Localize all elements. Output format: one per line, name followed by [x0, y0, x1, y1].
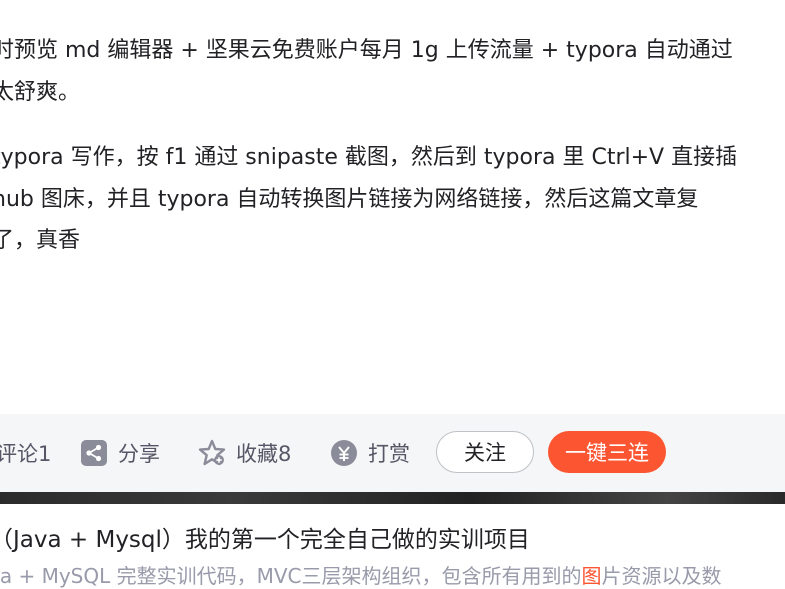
reward-coin-icon	[330, 439, 358, 467]
collect-button[interactable]: 收藏8	[198, 414, 291, 492]
reward-label: 打赏	[368, 442, 410, 466]
comment-button[interactable]: 评论1	[0, 414, 51, 492]
recommend-desc-text: va + MySQL 完整实训代码，MVC三层架构组织，包含所有用到的	[0, 564, 582, 588]
share-icon	[80, 439, 108, 467]
share-label: 分享	[118, 442, 160, 466]
article-action-toolbar: 评论1 分享 收藏8 打赏	[0, 414, 785, 492]
article-paragraph-line: typora 写作，按 f1 通过 snipaste 截图，然后到 typora…	[0, 145, 738, 170]
collect-star-icon	[198, 439, 226, 467]
recommend-cover-image	[0, 492, 785, 504]
recommend-desc-text-tail: 片资源以及数	[601, 564, 722, 588]
article-paragraph-line: 了，真香	[0, 228, 81, 253]
one-click-triple-button[interactable]: 一键三连	[548, 431, 666, 473]
recommend-article-title[interactable]: （Java + Mysql）我的第一个完全自己做的实训项目	[0, 520, 530, 554]
reward-button[interactable]: 打赏	[330, 414, 410, 492]
collect-label: 收藏8	[236, 442, 292, 466]
article-paragraph-line: hub 图床，并且 typora 自动转换图片链接为网络链接，然后这篇文章复	[0, 187, 699, 212]
article-paragraph-line: 时预览 md 编辑器 + 坚果云免费账户每月 1g 上传流量 + typora …	[0, 38, 733, 63]
article-paragraph-line: 太舒爽。	[0, 80, 81, 105]
comment-label: 评论1	[0, 442, 52, 466]
follow-button[interactable]: 关注	[436, 431, 534, 473]
recommend-desc-highlight: 图	[581, 564, 602, 588]
share-button[interactable]: 分享	[80, 414, 160, 492]
